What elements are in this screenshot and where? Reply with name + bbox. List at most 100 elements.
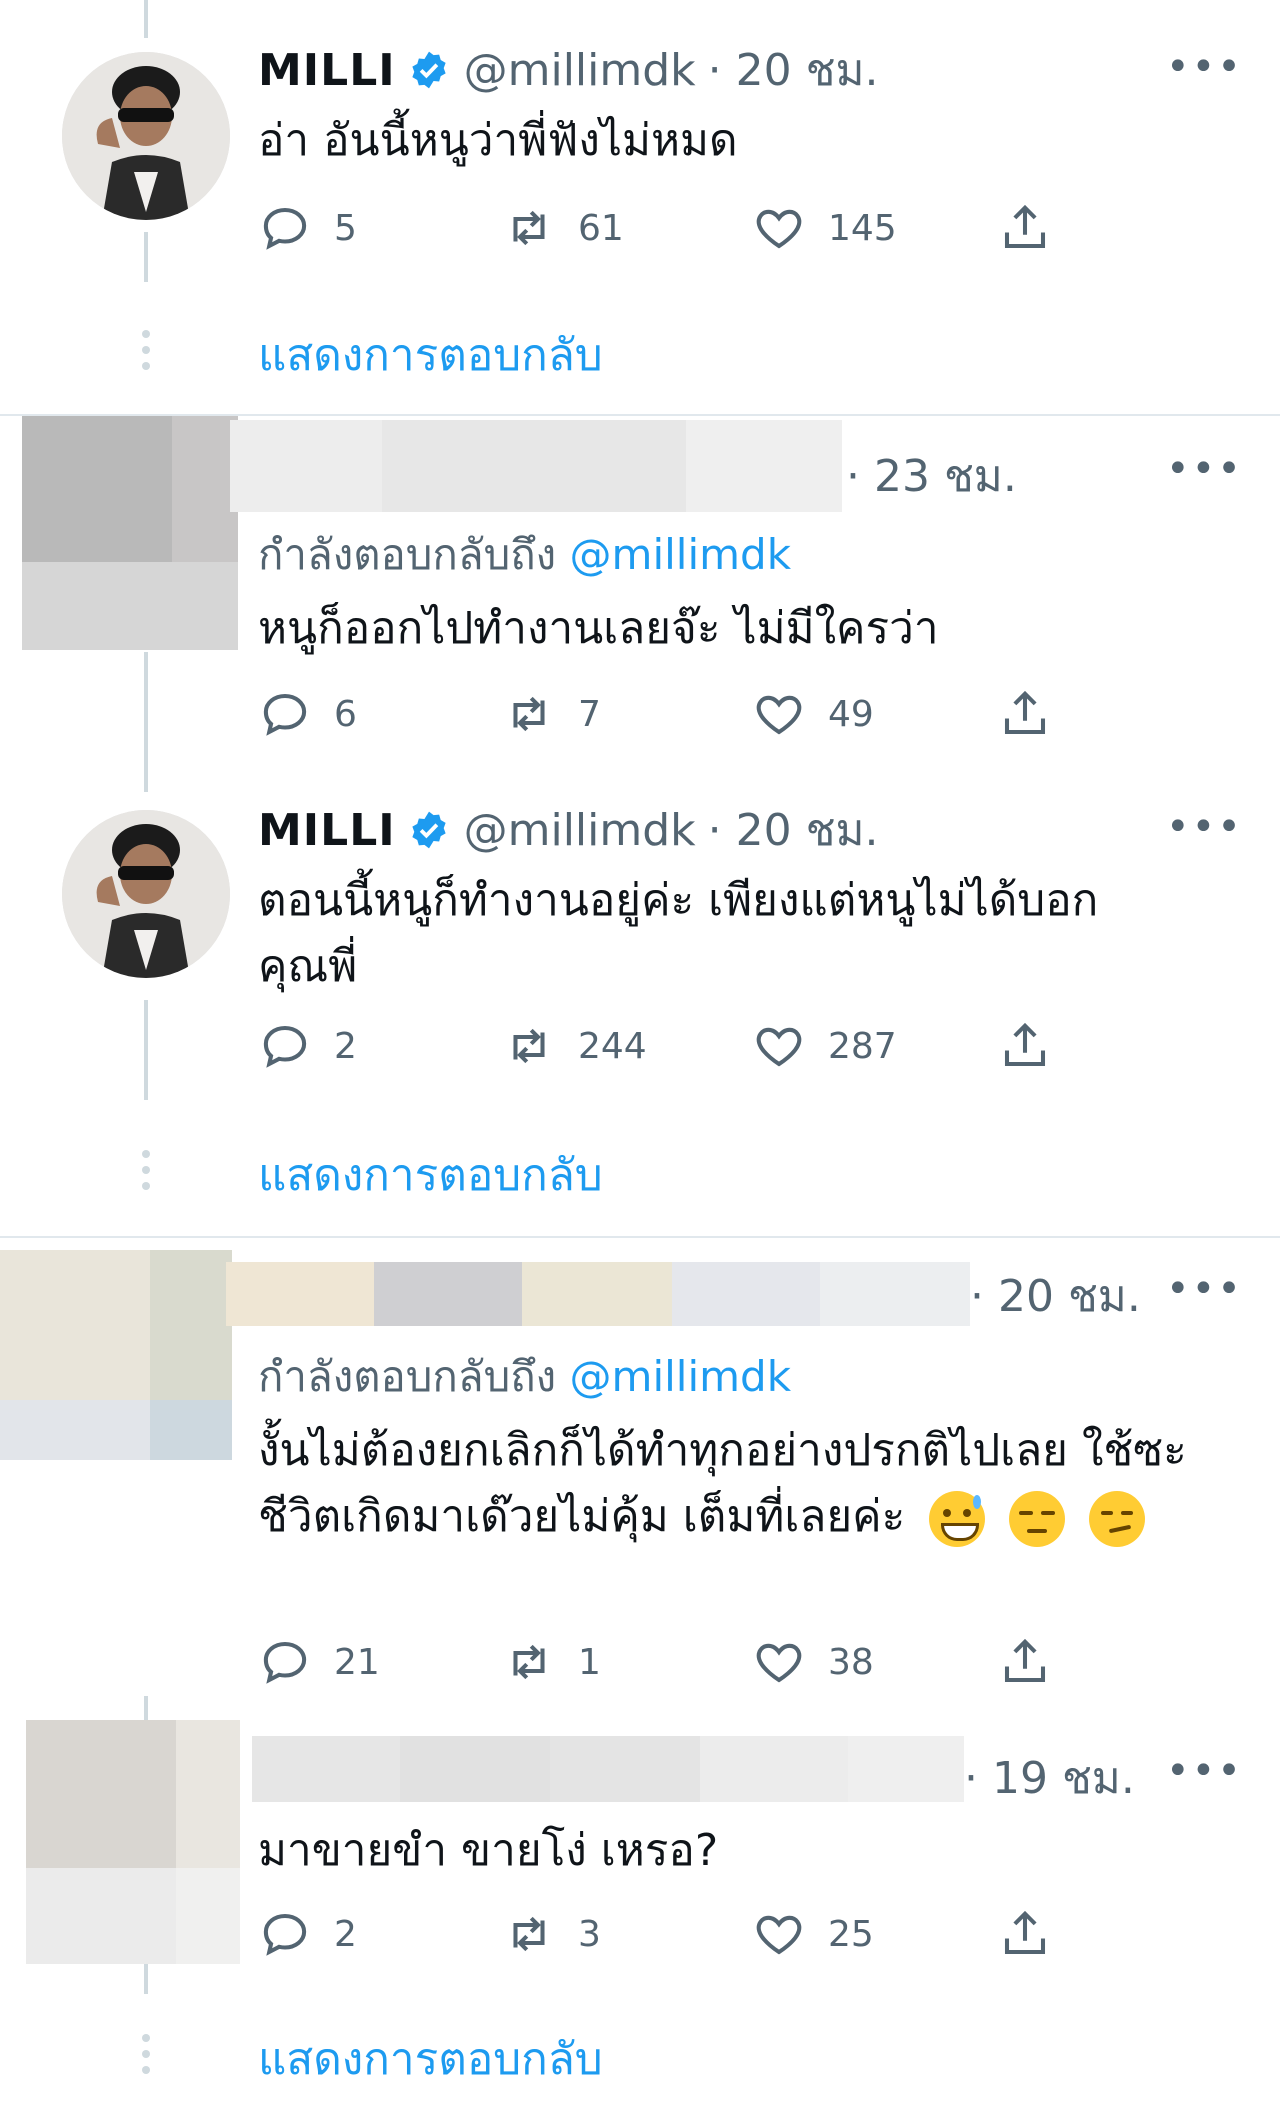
retweet-button[interactable]: 7 [502,684,601,744]
more-options-icon[interactable]: ••• [1166,446,1243,492]
more-options-icon[interactable]: ••• [1166,1266,1243,1312]
reply-icon [263,1025,307,1068]
retweet-count: 61 [578,207,624,249]
replying-to: กำลังตอบกลับถึง @millimdk [258,522,791,588]
reply-count: 6 [334,693,357,735]
user-handle[interactable]: @millimdk [464,45,696,96]
reply-count: 5 [334,207,357,249]
reply-icon [263,207,307,250]
timestamp[interactable]: · 20 ชม. [708,795,879,865]
reply-button[interactable]: 2 [258,1016,357,1076]
thread-line [144,0,148,38]
retweet-icon [513,1644,545,1680]
tweet-text: มาขายขำ ขายโง่ เหรอ? [258,1825,719,1876]
heart-icon [756,695,802,735]
user-handle[interactable]: @millimdk [464,805,696,856]
timestamp[interactable]: · 20 ชม. [970,1261,1141,1331]
more-options-icon[interactable]: ••• [1166,804,1243,850]
tweet-actions: 6 7 49 [258,684,1058,744]
avatar[interactable] [62,810,230,978]
timestamp[interactable]: · 19 ชม. [964,1743,1135,1813]
avatar[interactable] [62,52,230,220]
thread-dots [140,2034,152,2082]
retweet-button[interactable]: 244 [502,1016,647,1076]
replying-to: กำลังตอบกลับถึง @millimdk [258,1344,791,1410]
smirking-emoji [1089,1491,1146,1547]
retweet-count: 244 [578,1025,647,1067]
share-icon [1004,204,1046,249]
more-options-icon[interactable]: ••• [1166,44,1243,90]
tweet-text: อ่า อันนี้หนูว่าพี่ฟังไม่หมด [258,115,738,166]
share-button[interactable] [998,1904,1074,1964]
show-replies-link[interactable]: แสดงการตอบกลับ [258,1140,603,1210]
heart-icon [756,209,802,249]
retweet-button[interactable]: 1 [502,1632,601,1692]
like-count: 145 [828,207,897,249]
reply-button[interactable]: 5 [258,198,357,258]
retweet-count: 7 [578,693,601,735]
tweet-header: · 19 ชม. [964,1748,1135,1808]
share-button[interactable] [998,1632,1074,1692]
like-button[interactable]: 38 [752,1632,874,1692]
like-count: 49 [828,693,874,735]
share-icon [1004,1910,1046,1955]
replying-mention[interactable]: @millimdk [570,530,791,579]
thread-line [144,1964,148,1994]
thread-line [144,1696,148,1722]
tweet-text: งั้นไม่ต้องยกเลิกก็ได้ทำทุกอย่างปรกติไปเ… [258,1418,1218,1550]
display-name[interactable]: MILLI [258,45,396,96]
heart-icon [756,1643,802,1683]
timestamp[interactable]: · 20 ชม. [708,35,879,105]
display-name[interactable]: MILLI [258,805,396,856]
reply-icon [263,1641,307,1684]
like-button[interactable]: 25 [752,1904,874,1964]
replying-mention[interactable]: @millimdk [570,1352,791,1401]
show-replies-link[interactable]: แสดงการตอบกลับ [258,2024,603,2094]
share-icon [1004,1022,1046,1067]
tweet-actions: 2 244 287 [258,1016,1058,1076]
retweet-count: 1 [578,1641,601,1683]
reply-button[interactable]: 6 [258,684,357,744]
reply-button[interactable]: 21 [258,1632,380,1692]
like-button[interactable]: 145 [752,198,897,258]
reply-button[interactable]: 2 [258,1904,357,1964]
like-button[interactable]: 287 [752,1016,897,1076]
tweet-actions: 21 1 38 [258,1632,1058,1692]
share-icon [1004,1638,1046,1683]
like-count: 25 [828,1913,874,1955]
avatar-pixelated[interactable] [0,1250,232,1460]
avatar-pixelated[interactable] [26,1720,240,1964]
reply-icon [263,693,307,736]
display-name-pixelated[interactable] [230,420,842,512]
show-replies-link[interactable]: แสดงการตอบกลับ [258,320,603,390]
timestamp[interactable]: · 23 ชม. [846,441,1017,511]
retweet-button[interactable]: 61 [502,198,624,258]
tweet-header: MILLI @millimdk · 20 ชม. [258,800,878,860]
tweet-header: · 23 ชม. [846,446,1017,506]
retweet-button[interactable]: 3 [502,1904,601,1964]
avatar-pixelated[interactable] [22,416,238,650]
replying-prefix: กำลังตอบกลับถึง [258,1352,557,1401]
retweet-icon [513,696,545,732]
like-count: 38 [828,1641,874,1683]
display-name-pixelated[interactable] [226,1262,970,1326]
share-button[interactable] [998,684,1074,744]
thread-line [144,1000,148,1100]
like-button[interactable]: 49 [752,684,874,744]
reply-count: 2 [334,1025,357,1067]
divider [0,1236,1280,1238]
tweet-header: · 20 ชม. [970,1266,1141,1326]
thread-dots [140,330,152,378]
thread-dots [140,1150,152,1198]
tweet-text: หนูก็ออกไปทำงานเลยจ๊ะ ไม่มีใครว่า [258,603,939,654]
tweet-actions: 2 3 25 [258,1904,1058,1964]
tweet-header: MILLI @millimdk · 20 ชม. [258,40,878,100]
share-icon [1004,690,1046,735]
display-name-pixelated[interactable] [252,1736,964,1802]
share-button[interactable] [998,198,1074,258]
more-options-icon[interactable]: ••• [1166,1748,1243,1794]
grinning-sweat-emoji [929,1491,986,1547]
reply-count: 21 [334,1641,380,1683]
heart-icon [756,1027,802,1067]
share-button[interactable] [998,1016,1074,1076]
